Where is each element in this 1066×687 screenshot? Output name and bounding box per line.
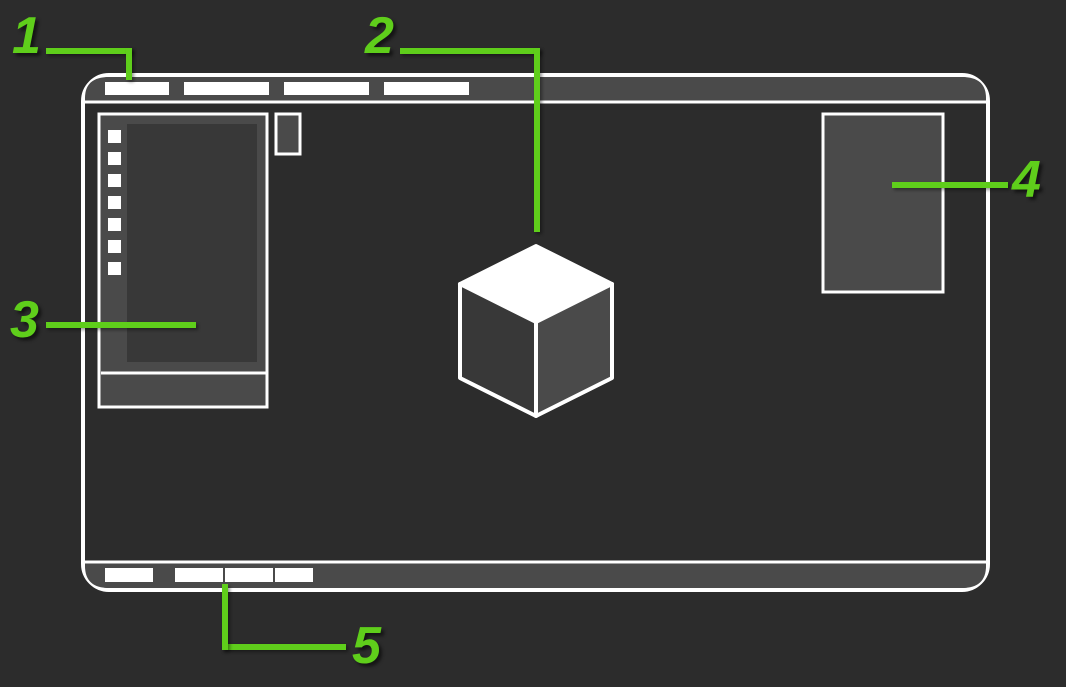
tool-button[interactable]: [108, 218, 121, 231]
cube-icon: [460, 246, 612, 416]
callout-1-line-v: [126, 48, 132, 80]
callout-2: 2: [365, 10, 394, 62]
menu-item-1[interactable]: [105, 82, 169, 95]
tool-button[interactable]: [108, 240, 121, 253]
status-item-2a[interactable]: [175, 568, 223, 582]
callout-2-line-v: [534, 48, 540, 232]
status-item-1[interactable]: [105, 568, 153, 582]
side-panel-region: [823, 114, 943, 292]
callout-1: 1: [12, 10, 41, 62]
ui-schematic: [0, 0, 1066, 687]
callout-4: 4: [1012, 154, 1041, 206]
tool-panel-region: [99, 114, 267, 407]
small-panel[interactable]: [276, 114, 300, 154]
callout-3: 3: [10, 294, 39, 346]
callout-5-line-h: [222, 644, 346, 650]
status-item-2c[interactable]: [275, 568, 313, 582]
callout-2-line-h: [400, 48, 540, 54]
menu-item-3[interactable]: [284, 82, 369, 95]
callout-3-line-h: [46, 322, 196, 328]
tool-button[interactable]: [108, 196, 121, 209]
callout-5-line-v: [222, 584, 228, 650]
tool-button[interactable]: [108, 130, 121, 143]
diagram-stage: 1 2 3 4 5: [0, 0, 1066, 687]
status-item-2b[interactable]: [225, 568, 273, 582]
tool-button[interactable]: [108, 152, 121, 165]
menu-item-4[interactable]: [384, 82, 469, 95]
callout-5: 5: [352, 620, 381, 672]
tool-button[interactable]: [108, 174, 121, 187]
callout-4-line-h: [892, 182, 1008, 188]
menu-item-2[interactable]: [184, 82, 269, 95]
tool-button[interactable]: [108, 262, 121, 275]
callout-1-line-h: [46, 48, 132, 54]
